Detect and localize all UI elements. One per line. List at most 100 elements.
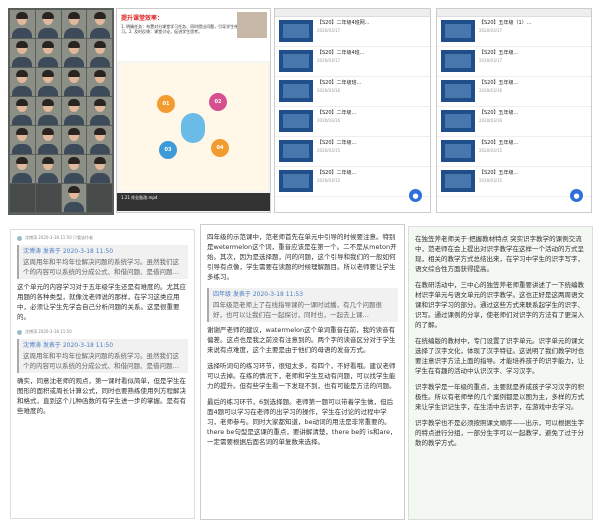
video-thumbnail[interactable] xyxy=(279,170,313,192)
list-item[interactable]: 【S20】二年级班... 2020/03/16 xyxy=(275,77,430,107)
slide-canvas: 01 02 03 04 xyxy=(119,63,268,191)
person-hair xyxy=(93,70,106,77)
presenter-camera xyxy=(237,12,267,38)
discussion-thread-3: 在独笠斧老师关于·把握教材特点 突实识字教学的课例交流中，范老师在会上提出对识字… xyxy=(408,226,593,520)
person-body xyxy=(12,28,33,38)
participant-tile[interactable] xyxy=(10,10,35,38)
video-caption[interactable]: 1.21 作业批改.mp4 xyxy=(117,193,270,211)
person-body xyxy=(12,173,33,183)
person-body xyxy=(63,173,84,183)
list-item[interactable]: 【S20】二年级... 2020/03/15 xyxy=(275,167,430,197)
participant-tile[interactable] xyxy=(35,10,61,38)
participant-tile[interactable] xyxy=(35,155,61,183)
video-thumbnail[interactable] xyxy=(441,20,475,42)
participant-tile[interactable] xyxy=(87,126,112,154)
video-thumbnail[interactable] xyxy=(279,140,313,162)
list-item[interactable]: 【S20】五年级... 2020/03/16 xyxy=(437,107,591,137)
participant-tile[interactable] xyxy=(87,97,112,125)
slide-share-window: 提升课堂效率： 1. 明确任务：布置对分课堂学习任务、同时提出问题，引导学生带着… xyxy=(116,8,271,213)
item-title: 【S20】二年级... xyxy=(317,110,357,116)
post-text: 选择听词句的练习环节，很短太多，有四个，不好看哦。建议老师可以去掉。在练的情况下… xyxy=(207,362,396,390)
post-text: 识字教学也不是必须按照课文顺序——出示，可以根据生字的特点进行分组，一部分生字可… xyxy=(415,419,584,447)
list-item[interactable]: 【S20】二年级... 2020/03/16 xyxy=(275,107,430,137)
post-text: 识字教学是一年级的重点，主要就是养成孩子学习汉字的积极性。所以有老师举的几个案例… xyxy=(415,383,584,411)
post-text: 这个单元的内容学习对于五年级学生还是有难度的。尤其应用题的各种类型，就像沈老师说… xyxy=(17,283,186,321)
list-item[interactable]: 【S20】二年级... 2020/03/15 xyxy=(275,137,430,167)
avatar xyxy=(17,235,22,241)
post-text: 最后的练习环节，6到选择题。老师第一题可以带着学生做，但后面4题可以学习在老师的… xyxy=(207,398,397,446)
person-body xyxy=(38,115,59,125)
participant-tile[interactable] xyxy=(87,10,112,38)
video-list-panel-2: 【S20】五年级（1）... 2020/03/17 【S20】五年级... 2020/… xyxy=(436,8,592,213)
list-item[interactable]: 【S20】五年级... 2020/03/15 xyxy=(437,167,591,197)
participant-tile[interactable] xyxy=(87,39,112,67)
person-body xyxy=(38,28,59,38)
participant-tile[interactable] xyxy=(61,39,87,67)
video-thumbnail[interactable] xyxy=(441,80,475,102)
participant-tile[interactable] xyxy=(87,155,112,183)
post-text: 在教研活动中，三中心的独笠斧老师重要讲述了一下统编教材识字单元与语文单元的识字教… xyxy=(415,281,584,329)
video-thumbnail[interactable] xyxy=(441,140,475,162)
bubble-04: 04 xyxy=(211,139,229,157)
person-hair xyxy=(67,128,80,135)
video-thumbnail[interactable] xyxy=(279,110,313,132)
participant-tile[interactable] xyxy=(61,184,87,212)
person-body xyxy=(63,28,84,38)
participant-tile[interactable] xyxy=(10,126,35,154)
person-body xyxy=(38,86,59,96)
quote-header: 沈博涛 发表于 2020-3-18 11:50 xyxy=(23,248,114,255)
video-thumbnail[interactable] xyxy=(279,20,313,42)
quote-text: 四年级范老师上了在线指导课的一课时试播，有几个问题很好，也可以让我们在一起探讨，… xyxy=(213,301,382,319)
upload-icon[interactable]: ● xyxy=(409,189,422,202)
list-item[interactable]: 【S20】五年级（1）... 2020/03/17 xyxy=(437,17,591,47)
participant-tile[interactable] xyxy=(61,97,87,125)
list-item[interactable]: 【S20】五年级... 2020/03/15 xyxy=(437,137,591,167)
slide-header: 提升课堂效率： 1. 明确任务：布置对分课堂学习任务、同时提出问题，引导学生带着… xyxy=(117,9,270,61)
video-thumbnail[interactable] xyxy=(441,110,475,132)
person-hair xyxy=(42,99,55,106)
participant-tile[interactable] xyxy=(61,126,87,154)
item-title: 【S20】二年级... xyxy=(317,140,357,146)
item-date: 2020/03/15 xyxy=(317,178,341,183)
person-body xyxy=(12,115,33,125)
participant-tile[interactable] xyxy=(35,184,61,212)
person-body xyxy=(89,173,110,183)
participant-tile[interactable] xyxy=(61,68,87,96)
participant-tile[interactable] xyxy=(87,184,112,212)
quote-block: 沈博涛 发表于 2020-3-18 11:50 这周用年和平均年位解决问题的系统… xyxy=(17,339,188,373)
participant-tile[interactable] xyxy=(61,10,87,38)
participant-tile[interactable] xyxy=(61,155,87,183)
person-body xyxy=(89,28,110,38)
video-thumbnail[interactable] xyxy=(279,50,313,72)
post-text: 在统编版的教材中，专门设置了识字单元。识字单元的课文选择了汉字文化，体现了汉字特… xyxy=(415,337,584,375)
item-date: 2020/03/16 xyxy=(317,118,341,123)
person-body xyxy=(89,144,110,154)
participant-tile[interactable] xyxy=(10,68,35,96)
list-header xyxy=(437,9,591,17)
item-date: 2020/03/17 xyxy=(317,28,341,33)
video-thumbnail[interactable] xyxy=(441,50,475,72)
item-title: 【S20】二年级4班网... xyxy=(317,20,370,26)
video-thumbnail[interactable] xyxy=(441,170,475,192)
person-body xyxy=(63,115,84,125)
list-item[interactable]: 【S20】五年级... 2020/03/17 xyxy=(437,47,591,77)
participant-tile[interactable] xyxy=(10,184,35,212)
person-body xyxy=(63,202,84,212)
participant-tile[interactable] xyxy=(35,126,61,154)
person-hair xyxy=(93,12,106,19)
participant-tile[interactable] xyxy=(10,155,35,183)
list-item[interactable]: 【S20】二年级4班... 2020/03/17 xyxy=(275,47,430,77)
video-thumbnail[interactable] xyxy=(279,80,313,102)
list-item[interactable]: 【S20】二年级4班网... 2020/03/17 xyxy=(275,17,430,47)
list-item[interactable]: 【S20】五年级... 2020/03/16 xyxy=(437,77,591,107)
upload-icon[interactable]: ● xyxy=(570,189,583,202)
participant-tile[interactable] xyxy=(87,68,112,96)
post-text: 在独笠斧老师关于·把握教材特点 突实识字教学的课例交流中，范老师在会上提出对识字… xyxy=(415,235,584,273)
person-hair xyxy=(93,41,106,48)
participant-tile[interactable] xyxy=(35,39,61,67)
participant-tile[interactable] xyxy=(10,39,35,67)
participant-tile[interactable] xyxy=(35,97,61,125)
participant-tile[interactable] xyxy=(10,97,35,125)
item-date: 2020/03/15 xyxy=(479,148,503,153)
participant-tile[interactable] xyxy=(35,68,61,96)
